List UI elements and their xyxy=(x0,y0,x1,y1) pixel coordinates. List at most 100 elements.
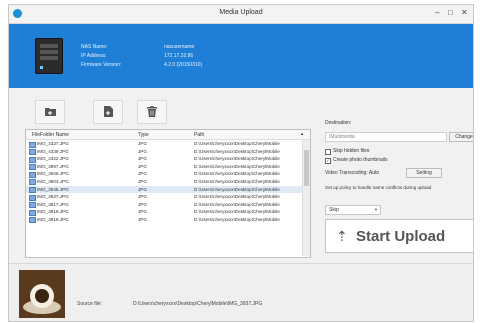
conflict-policy-select[interactable]: Skip ▼ xyxy=(325,205,381,215)
folder-add-icon xyxy=(45,108,56,116)
policy-selected-value: Skip xyxy=(329,207,339,213)
delete-button[interactable] xyxy=(137,100,167,124)
source-preview-panel: Source file: D:\Users\cheryxxxx\Desktop\… xyxy=(9,263,473,321)
create-thumbnails-checkbox[interactable]: ✓ xyxy=(325,158,331,164)
source-file-label: Source file: xyxy=(77,301,103,307)
file-name-cell: IMG_3904.JPG xyxy=(37,178,69,184)
ip-address-label: IP Address: xyxy=(81,53,107,59)
image-file-icon xyxy=(29,187,36,194)
table-row[interactable]: IMG_3997.JPG JPG D:\Users\cheryxxxx\Deskto… xyxy=(26,163,302,171)
file-type-cell: JPG xyxy=(138,163,147,169)
window-title: Media Upload xyxy=(219,9,263,16)
file-path-cell: D:\Users\cheryxxxx\Desktop\CherylMobile xyxy=(194,216,280,222)
file-type-cell: JPG xyxy=(138,216,147,222)
photo-thumbnail xyxy=(19,270,65,318)
create-thumbnails-label: Create photo thumbnails xyxy=(333,157,388,163)
header-sort-chevron-icon: ▲ xyxy=(300,131,304,136)
source-file-path: D:\Users\cheryxxxx\Desktop\CherylMobile\… xyxy=(133,301,263,307)
chevron-down-icon: ▼ xyxy=(374,207,378,212)
video-transcoding-label: Video Transcoding: Auto xyxy=(325,170,380,176)
table-row[interactable]: IMG_3916.JPG JPG D:\Users\cheryxxxx\Deskto… xyxy=(26,216,302,224)
destination-value: /Multimedia xyxy=(329,134,355,140)
file-type-cell: JPG xyxy=(138,209,147,215)
file-type-cell: JPG xyxy=(138,186,147,192)
table-row[interactable]: IMG_4337.JPG JPG D:\Users\cheryxxxx\Deskto… xyxy=(26,140,302,148)
upload-icon: ⇡ xyxy=(336,228,348,244)
file-name-cell: IMG_3916.JPG xyxy=(37,216,69,222)
close-icon[interactable]: ✕ xyxy=(461,8,468,17)
trash-icon xyxy=(147,106,157,117)
file-path-cell: D:\Users\cheryxxxx\Desktop\CherylMobile xyxy=(194,148,280,154)
image-file-icon xyxy=(29,202,36,209)
title-bar: Media Upload – □ ✕ xyxy=(9,5,473,24)
nas-name-value: nasusername xyxy=(164,44,195,50)
file-name-cell: IMG_4339.JPG xyxy=(37,148,69,154)
file-name-cell: IMG_3919.JPG xyxy=(37,209,69,215)
file-type-cell: JPG xyxy=(138,141,147,146)
ip-address-value: 172.17.32.86 xyxy=(164,53,194,59)
add-file-button[interactable] xyxy=(93,100,123,124)
file-name-cell: IMG_3917.JPG xyxy=(37,201,69,207)
column-header-name[interactable]: FileFolder Name xyxy=(32,132,69,138)
media-upload-window: Media Upload – □ ✕ NAS Name: nasusername… xyxy=(8,4,474,322)
image-file-icon xyxy=(29,156,36,163)
image-file-icon xyxy=(29,217,36,224)
table-row[interactable]: IMG_3937.JPG JPG D:\Users\cheryxxxx\Deskto… xyxy=(26,193,302,201)
nas-name-label: NAS Name: xyxy=(81,44,108,50)
file-name-cell: IMG_4337.JPG xyxy=(37,141,69,146)
file-list-scrollbar[interactable] xyxy=(302,140,310,256)
destination-field[interactable]: /Multimedia xyxy=(325,132,447,142)
file-path-cell: D:\Users\cheryxxxx\Desktop\CherylMobile xyxy=(194,194,280,200)
column-header-path[interactable]: Path xyxy=(194,132,204,138)
file-path-cell: D:\Users\cheryxxxx\Desktop\CherylMobile xyxy=(194,186,280,192)
file-name-cell: IMG_4322.JPG xyxy=(37,156,69,162)
file-type-cell: JPG xyxy=(138,194,147,200)
table-row[interactable]: IMG_3946.JPG JPG D:\Users\cheryxxxx\Deskto… xyxy=(26,170,302,178)
file-type-cell: JPG xyxy=(138,201,147,207)
file-type-cell: JPG xyxy=(138,171,147,177)
skip-hidden-checkbox[interactable] xyxy=(325,149,331,155)
file-type-cell: JPG xyxy=(138,156,147,162)
table-row[interactable]: IMG_4322.JPG JPG D:\Users\cheryxxxx\Deskto… xyxy=(26,155,302,163)
file-type-cell: JPG xyxy=(138,148,147,154)
add-folder-button[interactable] xyxy=(35,100,65,124)
conflict-policy-label: Set up policy to handle name conflicts d… xyxy=(325,185,432,190)
file-type-cell: JPG xyxy=(138,178,147,184)
image-file-icon xyxy=(29,141,36,148)
image-file-icon xyxy=(29,171,36,178)
start-upload-button[interactable]: ⇡ Start Upload xyxy=(325,219,473,253)
file-path-cell: D:\Users\cheryxxxx\Desktop\CherylMobile xyxy=(194,156,280,162)
firmware-label: Firmware Version: xyxy=(81,62,122,68)
file-name-cell: IMG_3945.JPG xyxy=(37,186,69,192)
file-name-cell: IMG_3937.JPG xyxy=(37,194,69,200)
nas-device-icon xyxy=(35,38,63,74)
table-row[interactable]: IMG_3917.JPG JPG D:\Users\cheryxxxx\Deskto… xyxy=(26,201,302,209)
file-list-rows: IMG_4337.JPG JPG D:\Users\cheryxxxx\Deskto… xyxy=(26,140,302,224)
destination-label: Destination: xyxy=(325,120,352,126)
image-file-icon xyxy=(29,164,36,171)
table-row[interactable]: IMG_3904.JPG JPG D:\Users\cheryxxxx\Deskto… xyxy=(26,178,302,186)
file-add-icon xyxy=(104,106,113,117)
file-path-cell: D:\Users\cheryxxxx\Desktop\CherylMobile xyxy=(194,201,280,207)
scrollbar-thumb[interactable] xyxy=(304,150,309,186)
file-list-table[interactable]: FileFolder Name Type Path ▲ IMG_4337.JPG… xyxy=(25,129,311,258)
file-path-cell: D:\Users\cheryxxxx\Desktop\CherylMobile xyxy=(194,171,280,177)
image-file-icon xyxy=(29,179,36,186)
skip-hidden-label: Skip hidden files xyxy=(333,148,370,154)
firmware-value: 4.2.0 (20150310) xyxy=(164,62,203,68)
file-path-cell: D:\Users\cheryxxxx\Desktop\CherylMobile xyxy=(194,141,280,146)
table-row[interactable]: IMG_3919.JPG JPG D:\Users\cheryxxxx\Deskto… xyxy=(26,208,302,216)
table-row[interactable]: IMG_3945.JPG JPG D:\Users\cheryxxxx\Deskto… xyxy=(26,185,302,194)
file-list-header: FileFolder Name Type Path ▲ xyxy=(26,130,310,140)
change-button[interactable]: Change xyxy=(449,132,473,142)
table-row[interactable]: IMG_4339.JPG JPG D:\Users\cheryxxxx\Deskto… xyxy=(26,148,302,156)
column-header-type[interactable]: Type xyxy=(138,132,149,138)
file-name-cell: IMG_3946.JPG xyxy=(37,171,69,177)
file-path-cell: D:\Users\cheryxxxx\Desktop\CherylMobile xyxy=(194,209,280,215)
maximize-icon[interactable]: □ xyxy=(448,8,453,17)
minimize-icon[interactable]: – xyxy=(435,8,439,17)
file-path-cell: D:\Users\cheryxxxx\Desktop\CherylMobile xyxy=(194,178,280,184)
file-name-cell: IMG_3997.JPG xyxy=(37,163,69,169)
device-banner: NAS Name: nasusername IP Address: 172.17… xyxy=(9,24,473,88)
setting-button[interactable]: Setting xyxy=(406,168,442,178)
